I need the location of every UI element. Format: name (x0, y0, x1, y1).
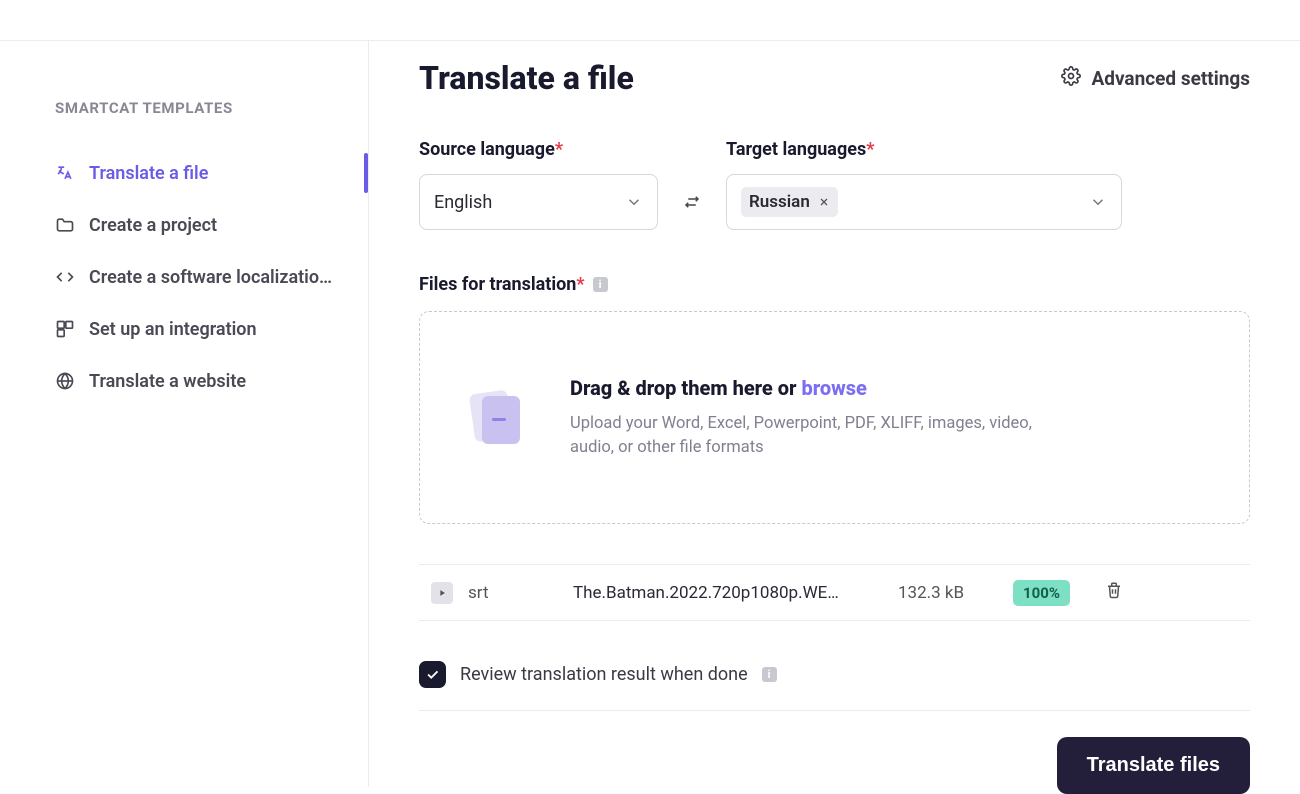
page-title: Translate a file (419, 59, 634, 97)
sidebar-item-label: Create a project (89, 215, 217, 236)
sidebar-item-label: Set up an integration (89, 319, 257, 340)
sidebar-item-label: Create a software localizatio… (89, 267, 332, 288)
sidebar-item-label: Translate a website (89, 371, 246, 392)
source-language-select[interactable]: English (419, 174, 658, 230)
dropzone-heading: Drag & drop them here or browse (570, 376, 1050, 400)
advanced-settings-label: Advanced settings (1091, 67, 1250, 90)
file-extension: srt (468, 583, 558, 603)
review-result-label: Review translation result when done (460, 664, 748, 685)
sidebar-item-integration[interactable]: Set up an integration (55, 303, 368, 355)
remove-chip-icon[interactable] (818, 196, 830, 208)
target-language-chip: Russian (741, 187, 838, 217)
main-content: Translate a file Advanced settings Sourc… (369, 41, 1300, 787)
review-result-checkbox[interactable] (419, 661, 446, 688)
sidebar-item-translate-website[interactable]: Translate a website (55, 355, 368, 407)
file-dropzone[interactable]: Drag & drop them here or browse Upload y… (419, 311, 1250, 524)
sidebar-item-create-project[interactable]: Create a project (55, 199, 368, 251)
delete-file-button[interactable] (1105, 581, 1123, 604)
info-icon[interactable]: i (593, 277, 608, 292)
chevron-down-icon (1089, 193, 1107, 211)
dropzone-subtext: Upload your Word, Excel, Powerpoint, PDF… (570, 412, 1050, 458)
advanced-settings-link[interactable]: Advanced settings (1061, 66, 1250, 91)
source-language-value: English (434, 192, 492, 213)
sidebar-heading: SMARTCAT TEMPLATES (55, 99, 368, 117)
target-language-chip-label: Russian (749, 192, 810, 212)
sidebar: SMARTCAT TEMPLATES Translate a file Crea… (0, 41, 369, 787)
info-icon[interactable]: i (762, 667, 777, 682)
sidebar-item-translate-file[interactable]: Translate a file (55, 147, 368, 199)
file-size: 132.3 kB (898, 583, 998, 603)
sidebar-item-label: Translate a file (89, 163, 208, 184)
globe-icon (55, 371, 75, 391)
browse-link[interactable]: browse (801, 376, 866, 400)
swap-languages-button[interactable] (658, 174, 726, 230)
translate-icon (55, 163, 75, 183)
file-name: The.Batman.2022.720p1080p.WE… (573, 583, 883, 603)
gear-icon (1061, 66, 1081, 91)
target-languages-select[interactable]: Russian (726, 174, 1122, 230)
folder-icon (55, 215, 75, 235)
files-for-translation-label: Files for translation* i (419, 274, 1250, 295)
code-icon (55, 267, 75, 287)
document-illustration-icon (470, 390, 526, 446)
target-languages-label: Target languages* (726, 139, 1122, 160)
chevron-down-icon (625, 193, 643, 211)
source-language-label: Source language* (419, 139, 658, 160)
sidebar-item-software-localization[interactable]: Create a software localizatio… (55, 251, 368, 303)
file-progress-badge: 100% (1013, 580, 1070, 606)
top-bar (0, 0, 1300, 41)
translate-files-button[interactable]: Translate files (1057, 737, 1250, 794)
file-type-icon (431, 582, 453, 604)
uploaded-file-row: srt The.Batman.2022.720p1080p.WE… 132.3 … (419, 564, 1250, 621)
integration-icon (55, 319, 75, 339)
